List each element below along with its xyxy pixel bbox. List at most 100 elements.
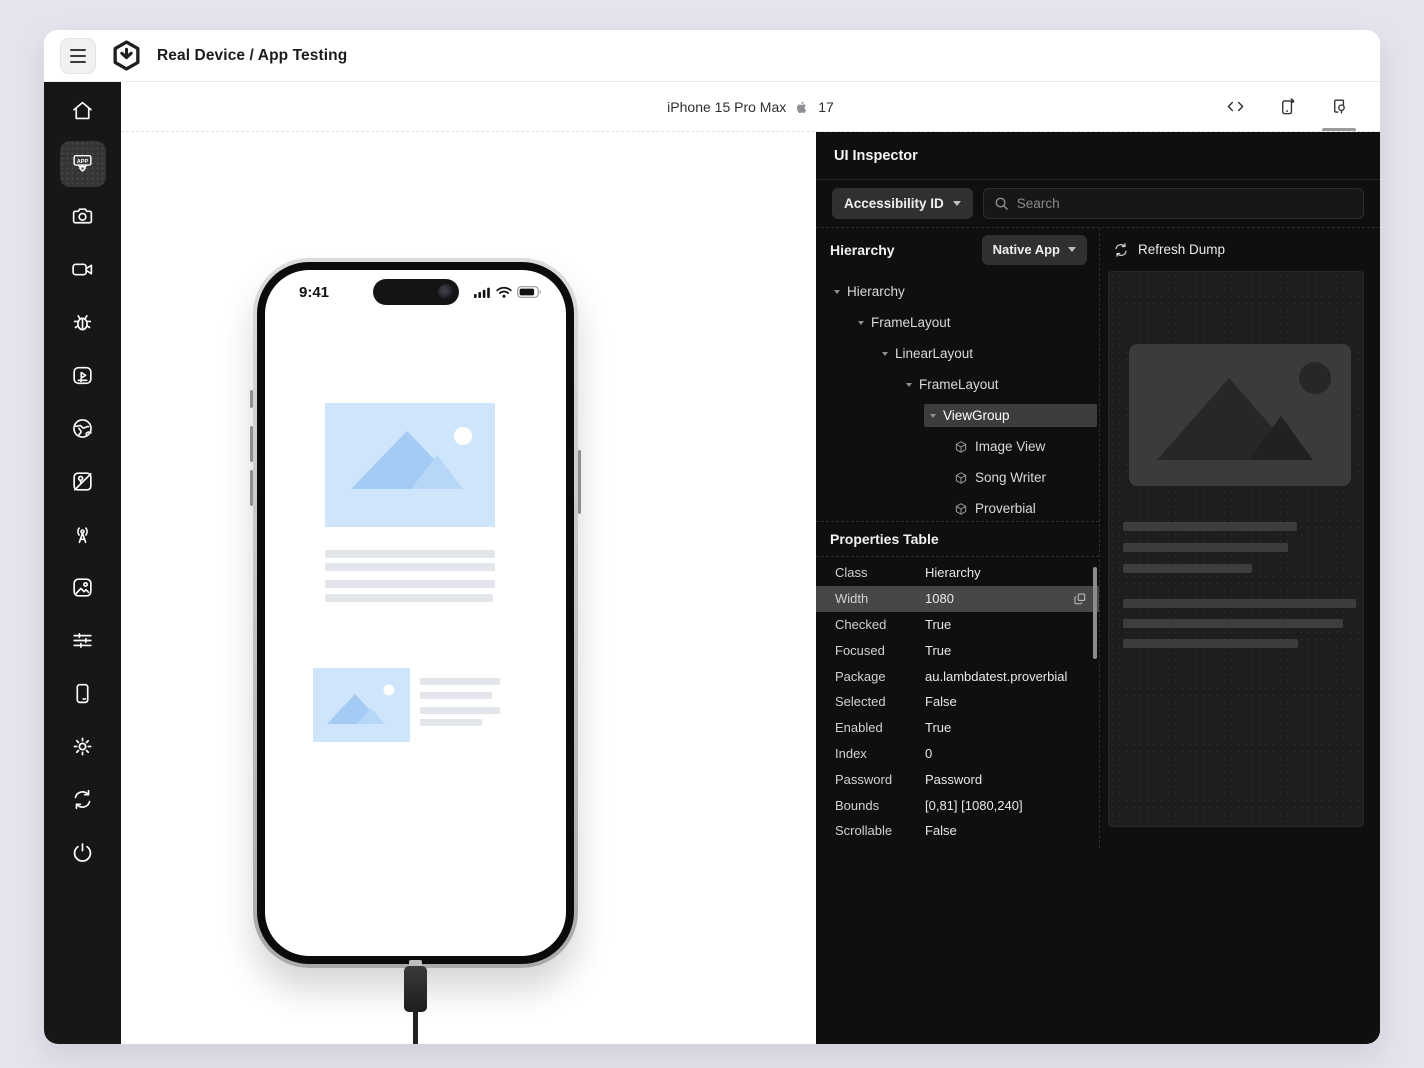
preview-skeleton-line <box>1123 599 1356 608</box>
tree-node-label: FrameLayout <box>919 377 999 392</box>
os-version: 17 <box>818 99 834 115</box>
property-row-bounds[interactable]: Bounds [0,81] [1080,240] <box>816 792 1099 818</box>
sidebar-item-gallery[interactable] <box>44 561 121 614</box>
sidebar-item-device[interactable] <box>44 667 121 720</box>
sidebar-item-media-player[interactable] <box>44 349 121 402</box>
sidebar-item-map-image[interactable] <box>44 455 121 508</box>
inspector-title: UI Inspector <box>834 148 918 164</box>
phone-action-button <box>250 390 253 408</box>
property-row-scrollable[interactable]: Scrollable False <box>816 818 1099 844</box>
battery-icon <box>517 286 542 298</box>
sidebar-item-switch[interactable] <box>44 773 121 826</box>
sliders-icon <box>70 628 95 653</box>
sidebar-item-network[interactable] <box>44 508 121 561</box>
app-context-dropdown[interactable]: Native App <box>982 235 1087 265</box>
preview-skeleton-line <box>1123 639 1298 648</box>
gear-icon <box>70 734 95 759</box>
device-signal-icon <box>1278 97 1297 116</box>
broadcast-tower-icon <box>70 522 95 547</box>
device-icon <box>70 681 95 706</box>
sidebar-item-browser[interactable] <box>44 402 121 455</box>
skeleton-line <box>325 550 495 558</box>
caret-down-icon[interactable] <box>906 383 912 387</box>
chevron-down-icon <box>1068 247 1076 252</box>
phone-mockup: 9:41 <box>253 258 578 968</box>
element-cube-icon <box>954 471 968 485</box>
search-icon <box>994 196 1009 211</box>
property-row-focused[interactable]: Focused True <box>816 637 1099 663</box>
tree-node-framelayout[interactable]: FrameLayout <box>816 307 1099 338</box>
search-box[interactable] <box>983 188 1364 219</box>
usb-cable-cord <box>413 1010 418 1044</box>
tree-node-image-view[interactable]: Image View <box>816 431 1099 462</box>
phone-volume-up-button <box>250 426 253 462</box>
locator-strategy-dropdown[interactable]: Accessibility ID <box>832 188 973 219</box>
image-placeholder-large <box>325 403 495 527</box>
preview-skeleton-line <box>1123 619 1343 628</box>
property-key: Scrollable <box>835 823 925 838</box>
sidebar-item-app-install[interactable]: APP <box>44 137 121 190</box>
sidebar-item-settings-sliders[interactable] <box>44 614 121 667</box>
app-install-icon: APP <box>70 151 95 176</box>
properties-scrollbar[interactable] <box>1093 567 1097 659</box>
ui-inspector-button[interactable] <box>1322 82 1356 131</box>
app-context-value: Native App <box>993 242 1060 257</box>
preview-skeleton-line <box>1123 522 1297 531</box>
device-name: iPhone 15 Pro Max <box>667 99 786 115</box>
skeleton-line <box>325 563 495 571</box>
tree-node-label: Image View <box>975 439 1045 454</box>
dump-preview[interactable] <box>1108 271 1364 827</box>
status-bar-icons <box>474 286 542 298</box>
caret-down-icon[interactable] <box>834 290 840 294</box>
property-row-selected[interactable]: Selected False <box>816 689 1099 715</box>
code-view-button[interactable] <box>1218 82 1252 131</box>
locator-strategy-value: Accessibility ID <box>844 196 944 211</box>
properties-table-title: Properties Table <box>830 531 939 547</box>
chevron-down-icon <box>953 201 961 206</box>
sidebar-item-video[interactable] <box>44 243 121 296</box>
caret-down-icon[interactable] <box>882 352 888 356</box>
sidebar-item-home[interactable] <box>44 84 121 137</box>
gallery-icon <box>70 575 95 600</box>
sidebar-item-settings[interactable] <box>44 720 121 773</box>
property-row-checked[interactable]: Checked True <box>816 612 1099 638</box>
property-key: Selected <box>835 694 925 709</box>
camera-icon <box>70 204 95 229</box>
tree-node-label: Song Writer <box>975 470 1046 485</box>
property-row-width[interactable]: Width 1080 <box>816 586 1099 612</box>
tree-node-label: ViewGroup <box>943 408 1010 423</box>
device-signal-button[interactable] <box>1270 82 1304 131</box>
property-row-enabled[interactable]: Enabled True <box>816 715 1099 741</box>
caret-down-icon[interactable] <box>858 321 864 325</box>
property-row-index[interactable]: Index 0 <box>816 741 1099 767</box>
copy-icon[interactable] <box>1073 592 1087 606</box>
property-row-package[interactable]: Package au.lambdatest.proverbial <box>816 663 1099 689</box>
property-value: 1080 <box>925 591 954 606</box>
search-input[interactable] <box>1017 196 1353 211</box>
code-icon <box>1226 97 1245 116</box>
video-icon <box>70 257 95 282</box>
sidebar-item-camera[interactable] <box>44 190 121 243</box>
property-row-password[interactable]: Password Password <box>816 766 1099 792</box>
refresh-dump-button[interactable]: Refresh Dump <box>1100 228 1380 271</box>
tree-node-label: FrameLayout <box>871 315 951 330</box>
sidebar-item-bug[interactable] <box>44 296 121 349</box>
globe-icon <box>70 416 95 441</box>
tree-node-linearlayout[interactable]: LinearLayout <box>816 338 1099 369</box>
preview-skeleton-line <box>1123 543 1288 552</box>
device-info: iPhone 15 Pro Max 17 <box>667 99 834 115</box>
hamburger-menu-button[interactable] <box>60 38 96 74</box>
tree-node-song-writer[interactable]: Song Writer <box>816 462 1099 493</box>
usb-cable-plug <box>404 966 427 1012</box>
phone-screen[interactable]: 9:41 <box>265 270 566 956</box>
sidebar-item-power[interactable] <box>44 826 121 879</box>
wifi-icon <box>496 287 512 298</box>
preview-skeleton-line <box>1123 564 1252 573</box>
caret-down-icon[interactable] <box>930 414 936 418</box>
tree-node-hierarchy[interactable]: Hierarchy <box>816 276 1099 307</box>
property-row-class[interactable]: Class Hierarchy <box>816 560 1099 586</box>
tree-node-proverbial[interactable]: Proverbial <box>816 493 1099 521</box>
tree-node-viewgroup[interactable]: ViewGroup <box>816 400 1099 431</box>
tree-node-framelayout[interactable]: FrameLayout <box>816 369 1099 400</box>
status-bar-time: 9:41 <box>299 284 329 301</box>
